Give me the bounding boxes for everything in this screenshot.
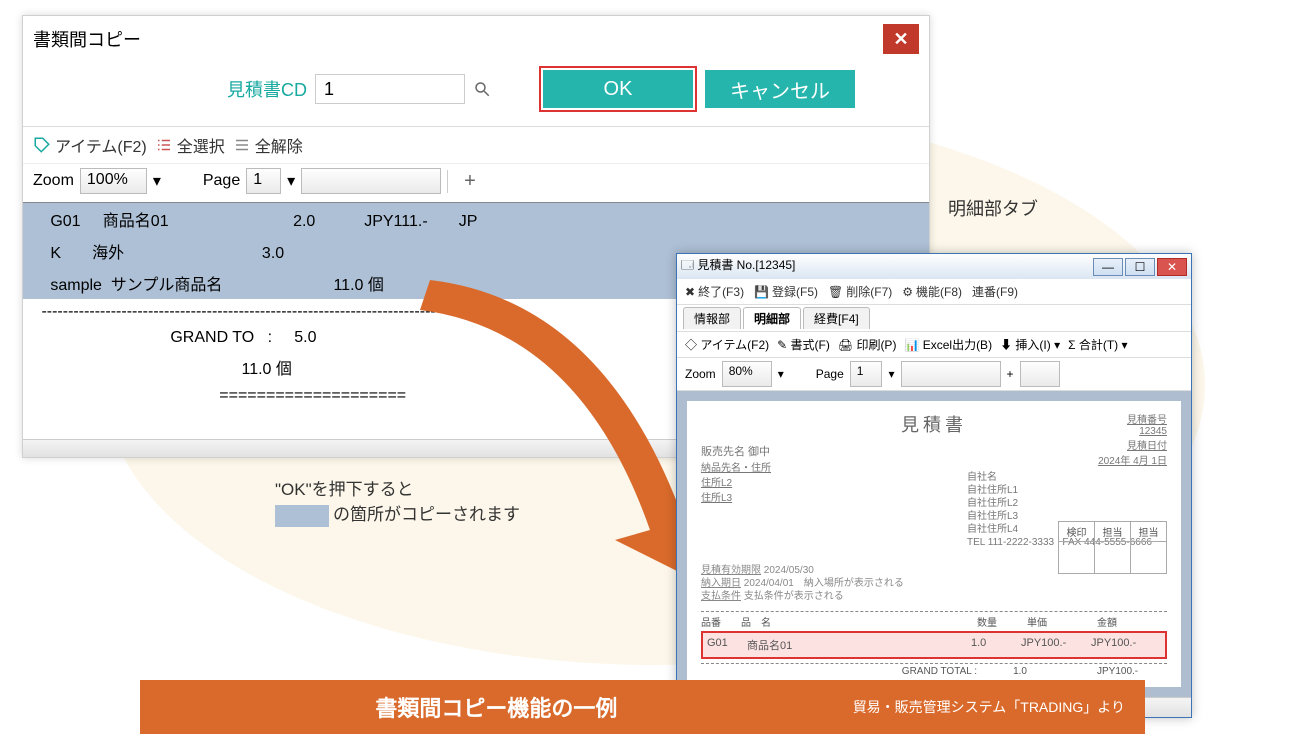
exit-button[interactable]: ✖ 終了(F3) — [685, 283, 744, 300]
item-button[interactable]: ◇ アイテム(F2) — [685, 336, 769, 353]
zoom-select[interactable]: 100% — [80, 168, 147, 194]
winb-title: 見積書 No.[12345] — [697, 258, 795, 272]
seq-button[interactable]: 連番(F9) — [972, 283, 1018, 300]
total-button[interactable]: Σ 合計(T) ▾ — [1068, 336, 1127, 353]
insert-button[interactable]: ⬇ 挿入(I) ▾ — [1000, 336, 1060, 353]
cd-label: 見積書CD — [227, 76, 307, 102]
zoom-select[interactable]: 80% — [722, 361, 772, 387]
excel-button[interactable]: 📊 Excel出力(B) — [904, 336, 992, 353]
grid-row[interactable]: G01 商品名01 2.0 JPY111.- JP — [23, 203, 929, 235]
stamp-table: 検印担当担当 — [1058, 521, 1167, 574]
zoom-label: Zoom — [33, 172, 74, 190]
toolbar: アイテム(F2) 全選択 全解除 — [23, 126, 929, 163]
page-label: Page — [816, 367, 844, 381]
blank-select[interactable] — [301, 168, 441, 194]
blank2[interactable] — [1020, 361, 1060, 387]
search-icon[interactable] — [473, 80, 491, 98]
tab-info[interactable]: 情報部 — [683, 307, 741, 329]
print-button[interactable]: 🖨 印刷(P) — [838, 336, 897, 353]
close-button[interactable]: ✕ — [883, 24, 919, 54]
item-button[interactable]: アイテム(F2) — [33, 133, 147, 157]
delete-button[interactable]: 🗑 削除(F7) — [828, 283, 892, 300]
document-preview: 見積番号 12345 見積日付 2024年 4月 1日 見積書 販売先名 御中 … — [687, 401, 1181, 687]
format-button[interactable]: ✎ 書式(F) — [777, 336, 830, 353]
list-icon — [233, 136, 251, 154]
cd-input[interactable] — [315, 74, 465, 104]
dialog-title: 書類間コピー — [33, 26, 141, 52]
page-select[interactable]: 1 — [246, 168, 281, 194]
zoom-label: Zoom — [685, 367, 716, 381]
blank-select[interactable] — [901, 361, 1001, 387]
deselect-all-button[interactable]: 全解除 — [233, 133, 303, 157]
detail-tab-label: 明細部タブ — [948, 195, 1038, 221]
copied-row: G01 商品名01 1.0 JPY100.- JPY100.- — [701, 631, 1167, 659]
annotation-text: "OK"を押下すると の箇所がコピーされます — [275, 475, 520, 527]
cancel-button[interactable]: キャンセル — [705, 70, 855, 108]
quotation-window: 🗔 見積書 No.[12345] — ☐ ✕ ✖ 終了(F3) 💾 登録(F5)… — [676, 253, 1192, 718]
page-label: Page — [203, 172, 240, 190]
func-button[interactable]: ⚙ 機能(F8) — [902, 283, 962, 300]
close-button[interactable]: ✕ — [1157, 258, 1187, 276]
page-select[interactable]: 1 — [850, 361, 883, 387]
checklist-icon — [155, 136, 173, 154]
add-button[interactable]: + — [1007, 367, 1014, 381]
tag-icon — [33, 136, 51, 154]
add-button[interactable]: + — [447, 170, 492, 193]
highlight-swatch — [275, 505, 329, 527]
maximize-button[interactable]: ☐ — [1125, 258, 1155, 276]
caption-banner: 書類間コピー機能の一例 貿易・販売管理システム「TRADING」より — [140, 680, 1145, 734]
save-button[interactable]: 💾 登録(F5) — [754, 283, 818, 300]
minimize-button[interactable]: — — [1093, 258, 1123, 276]
tab-detail[interactable]: 明細部 — [743, 307, 801, 329]
tab-cost[interactable]: 経費[F4] — [803, 307, 870, 329]
select-all-button[interactable]: 全選択 — [155, 133, 225, 157]
ok-button[interactable]: OK — [543, 70, 693, 108]
